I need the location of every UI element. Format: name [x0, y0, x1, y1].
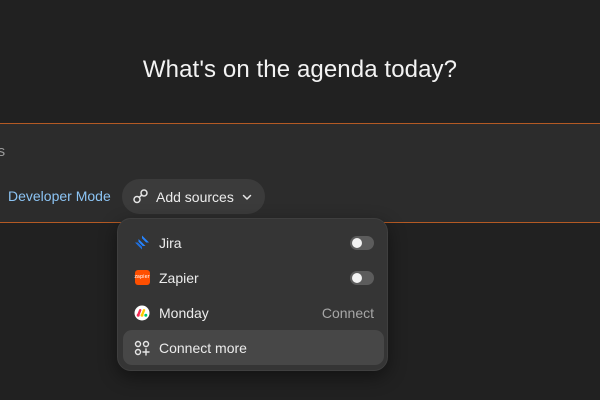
toggle-knob [352, 237, 362, 248]
composer-placeholder: ols [0, 143, 6, 160]
menu-item-monday[interactable]: Monday Connect [123, 295, 384, 330]
menu-item-label: Jira [159, 234, 182, 251]
zapier-logo-text: zapier [134, 270, 150, 285]
jira-toggle[interactable] [350, 235, 374, 250]
page-headline: What's on the agenda today? [142, 56, 458, 83]
menu-item-label: Monday [159, 304, 209, 321]
menu-item-label: Zapier [159, 269, 199, 286]
zapier-icon: zapier [134, 270, 150, 286]
menu-item-zapier[interactable]: zapier Zapier [123, 260, 384, 295]
connectors-icon [132, 188, 149, 205]
add-sources-menu: Jira zapier Zapier Monday Connect Connec… [117, 218, 388, 371]
developer-mode-link[interactable]: Developer Mode [8, 188, 111, 204]
add-sources-label: Add sources [156, 188, 234, 205]
apps-plus-icon [134, 340, 150, 356]
menu-item-jira[interactable]: Jira [123, 225, 384, 260]
jira-icon [134, 235, 150, 251]
composer-box[interactable]: ols Developer Mode Add sources [0, 123, 600, 223]
menu-item-connect-more[interactable]: Connect more [123, 330, 384, 365]
zapier-toggle[interactable] [350, 270, 374, 285]
monday-connect-link[interactable]: Connect [322, 305, 374, 321]
chevron-down-icon [241, 191, 253, 203]
add-sources-button[interactable]: Add sources [122, 179, 265, 214]
menu-item-label: Connect more [159, 339, 247, 356]
toggle-knob [352, 272, 362, 283]
monday-icon [134, 305, 150, 321]
